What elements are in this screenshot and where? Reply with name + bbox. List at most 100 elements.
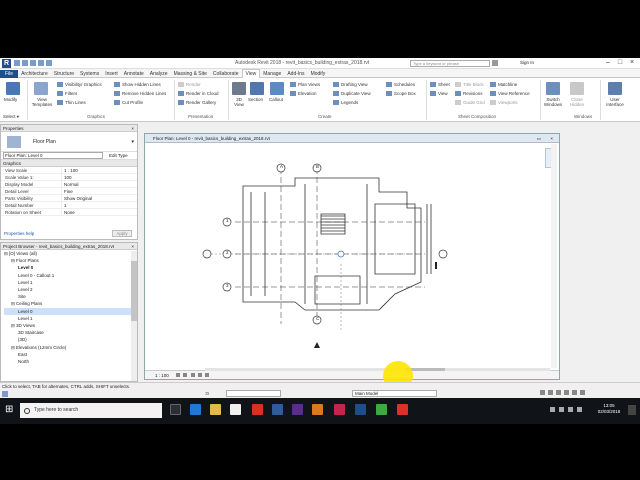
tree-item[interactable]: Level 0 - Callout 1 (4, 272, 137, 279)
sun-path-icon[interactable] (190, 373, 195, 377)
tree-item[interactable]: ⊟ [O] Views (all) (4, 250, 137, 257)
sheet-button[interactable]: Sheet (430, 82, 450, 88)
floor-plan-drawing[interactable] (145, 144, 559, 380)
crop-view-icon[interactable] (205, 373, 210, 377)
switch-windows-button[interactable]: Switch Windows (543, 97, 563, 107)
tree-item[interactable]: Level 2 (4, 286, 137, 293)
modify-arrow-icon[interactable] (6, 82, 20, 95)
sign-in[interactable]: Sign In (520, 60, 534, 65)
file-explorer-icon[interactable] (210, 404, 221, 415)
tree-item[interactable]: 3D Staircase (4, 329, 137, 336)
revisions-button[interactable]: Revisions (455, 91, 483, 97)
matchline-button[interactable]: Matchline (490, 82, 517, 88)
close-icon[interactable]: × (131, 125, 134, 132)
tree-item[interactable]: ⊟ Elevations (12mm Circle) (4, 344, 137, 351)
task-view-icon[interactable] (170, 404, 181, 415)
binoculars-icon[interactable] (492, 60, 498, 66)
store-icon[interactable] (230, 404, 241, 415)
editing-requests[interactable]: :0 (205, 391, 209, 396)
notifications-icon[interactable] (628, 405, 636, 415)
user-interface-icon[interactable] (608, 82, 622, 95)
edit-type-button[interactable]: Edit Type (109, 152, 128, 160)
tree-item[interactable]: Level 0 (4, 307, 137, 315)
scope-box-button[interactable]: Scope Box (386, 91, 416, 97)
save-icon[interactable] (22, 60, 28, 66)
close-icon[interactable]: × (626, 59, 638, 68)
indesign-icon[interactable] (334, 404, 345, 415)
premiere-icon[interactable] (292, 404, 303, 415)
shadows-icon[interactable] (197, 373, 202, 377)
viewports-button[interactable]: Viewports (490, 100, 518, 106)
detail-level-icon[interactable] (176, 373, 181, 377)
close-icon[interactable]: × (131, 243, 134, 250)
tree-item[interactable]: North (4, 358, 137, 365)
select-links-icon[interactable] (540, 390, 545, 395)
view-selector-dropdown[interactable]: Floor Plan: Level 0 (3, 152, 103, 159)
user-interface-button[interactable]: User Interface (603, 97, 627, 107)
legends-button[interactable]: Legends (333, 100, 358, 106)
filters-button[interactable]: Filters (57, 91, 77, 97)
switch-windows-icon[interactable] (546, 82, 560, 95)
plan-views-button[interactable]: Plan Views (290, 82, 320, 88)
scrollbar-thumb[interactable] (131, 261, 137, 321)
3d-view-icon[interactable] (232, 82, 246, 95)
section-icon[interactable] (250, 82, 264, 95)
property-row[interactable]: Display Model Normal (1, 181, 137, 188)
network-icon[interactable] (559, 407, 564, 412)
revit-logo-icon[interactable]: R (2, 59, 11, 68)
taskbar-search-input[interactable]: Type here to search (20, 403, 162, 418)
select-dropdown[interactable]: Select ▾ (3, 114, 19, 120)
view-reference-button[interactable]: View Reference (490, 91, 530, 97)
property-row[interactable]: Detail Number 1 (1, 202, 137, 209)
horizontal-scrollbar[interactable] (205, 368, 550, 371)
clock[interactable]: 13:05 02/03/2018 (594, 403, 624, 415)
close-icon[interactable]: × (550, 134, 553, 143)
select-pinned-icon[interactable] (556, 390, 561, 395)
chrome-icon[interactable] (252, 404, 263, 415)
tree-item[interactable]: Level 1 (4, 315, 137, 322)
recorder-icon[interactable] (397, 404, 408, 415)
tree-item[interactable]: Level 0 (4, 264, 137, 271)
drag-elements-icon[interactable] (572, 390, 577, 395)
maximize-icon[interactable]: □ (614, 59, 626, 68)
property-row[interactable]: Parts Visibility Show Original (1, 195, 137, 202)
remove-hidden-lines-button[interactable]: Remove Hidden Lines (114, 91, 166, 97)
apply-button[interactable]: Apply (112, 230, 132, 237)
scrollbar[interactable] (131, 251, 137, 381)
property-row[interactable]: Scale Value 1: 100 (1, 174, 137, 181)
close-hidden-button[interactable]: Close Hidden (567, 97, 587, 107)
select-by-face-icon[interactable] (564, 390, 569, 395)
select-underlay-icon[interactable] (548, 390, 553, 395)
drafting-view-button[interactable]: Drafting View (333, 82, 368, 88)
show-hidden-lines-button[interactable]: Show Hidden Lines (114, 82, 161, 88)
elevation-button[interactable]: Elevation (290, 91, 317, 97)
camtasia-icon[interactable] (376, 404, 387, 415)
properties-help-link[interactable]: Properties help (4, 231, 34, 236)
render-in-cloud-button[interactable]: Render in Cloud (178, 91, 219, 97)
workset-icon[interactable] (2, 391, 8, 397)
open-icon[interactable] (14, 60, 20, 66)
callout-icon[interactable] (270, 82, 284, 95)
schedules-button[interactable]: Schedules (386, 82, 415, 88)
view-templates-button[interactable]: View Templates (30, 97, 54, 107)
keyboard-icon[interactable] (577, 407, 582, 412)
tree-item[interactable]: ⊟ 3D Views (4, 322, 137, 329)
render-button[interactable]: Render (178, 82, 201, 88)
callout-button[interactable]: Callout (269, 97, 283, 102)
tree-item[interactable]: ⊟ Floor Plans (4, 257, 137, 264)
tree-item[interactable]: Level 1 (4, 279, 137, 286)
edge-icon[interactable] (190, 404, 201, 415)
type-selector[interactable]: Floor Plan ▾ (1, 132, 137, 152)
design-option-dropdown[interactable]: Main Model (352, 390, 437, 397)
redo-icon[interactable] (38, 60, 44, 66)
tree-item[interactable]: East (4, 351, 137, 358)
property-row[interactable]: Detail Level Fine (1, 188, 137, 195)
undo-icon[interactable] (30, 60, 36, 66)
print-icon[interactable] (46, 60, 52, 66)
modify-button[interactable]: Modify (4, 97, 17, 102)
view-button[interactable]: View (430, 91, 448, 97)
render-gallery-button[interactable]: Render Gallery (178, 100, 216, 106)
vertical-scrollbar[interactable] (551, 144, 557, 368)
chevron-up-icon[interactable] (550, 407, 555, 412)
tree-item[interactable]: Site (4, 293, 137, 300)
